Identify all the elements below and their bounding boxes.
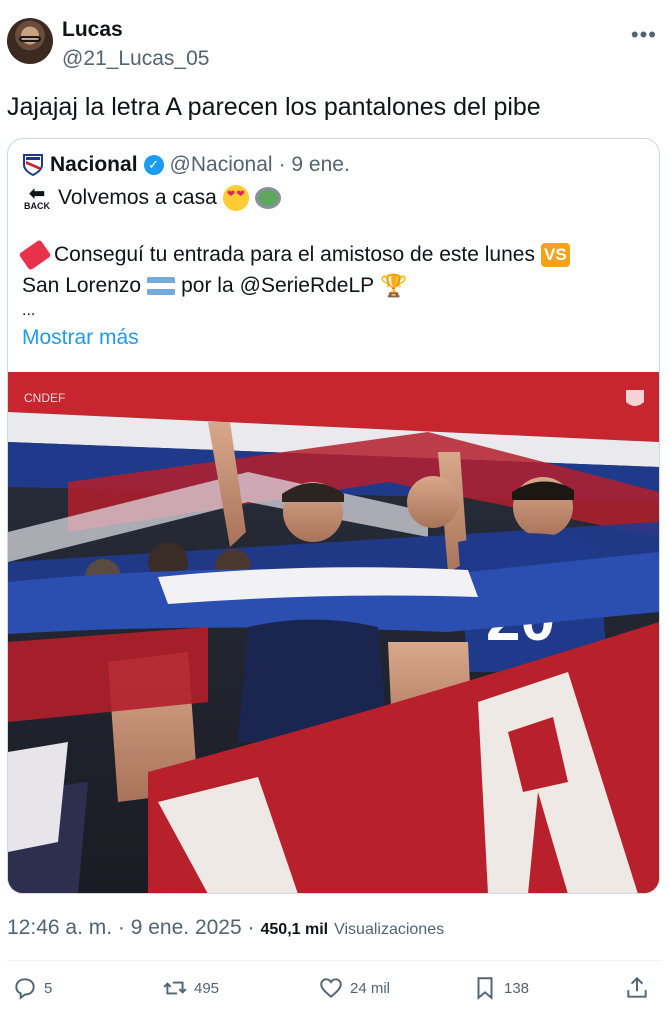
heart-eyes-icon xyxy=(222,185,249,211)
ticket-icon xyxy=(18,239,52,271)
quote-author-handle[interactable]: @Nacional xyxy=(170,153,273,177)
views-count: 450,1 mil xyxy=(260,921,329,938)
divider xyxy=(7,960,662,961)
retweet-button[interactable]: 495 xyxy=(162,975,219,1001)
bookmark-count: 138 xyxy=(504,979,530,997)
more-icon[interactable]: ••• xyxy=(631,22,657,48)
like-button[interactable]: 24 mil xyxy=(318,975,390,1001)
show-more-link[interactable]: Mostrar más xyxy=(22,326,139,350)
quote-line-3-by: por la xyxy=(181,274,234,297)
quote-photo[interactable]: 20 CNDEF xyxy=(8,372,659,894)
reply-icon xyxy=(15,978,35,1000)
trophy-icon: 🏆 xyxy=(380,273,408,298)
author-name[interactable]: Lucas xyxy=(62,18,123,42)
stadium-icon xyxy=(254,187,281,209)
bookmark-button[interactable]: 138 xyxy=(472,975,529,1001)
photo-watermark: CNDEF xyxy=(24,391,65,405)
tweet-timestamp[interactable]: 12:46 a. m. · 9 ene. 2025 · xyxy=(7,916,255,940)
like-icon xyxy=(320,978,342,998)
vs-badge: VS xyxy=(540,243,570,267)
bookmark-icon xyxy=(477,977,493,1000)
reply-count: 5 xyxy=(44,979,53,997)
quote-line-1-text: Volvemos a casa xyxy=(58,186,217,209)
reply-button[interactable]: 5 xyxy=(12,975,52,1001)
tweet-meta: 12:46 a. m. · 9 ene. 2025 · 450,1 mil Vi… xyxy=(7,916,444,940)
views-label: Visualizaciones xyxy=(334,921,445,938)
quote-line-2-text: Conseguí tu entrada para el amistoso de … xyxy=(54,243,535,266)
nacional-crest-icon xyxy=(23,154,43,177)
mention-link[interactable]: @SerieRdeLP xyxy=(240,274,375,298)
quote-ellipsis: ... xyxy=(22,302,36,319)
quote-date[interactable]: · 9 ene. xyxy=(279,153,350,177)
quote-line-3: San Lorenzo por la @SerieRdeLP 🏆 xyxy=(22,273,408,299)
back-icon: ⬅ BACK xyxy=(24,182,50,211)
share-icon xyxy=(627,976,647,998)
tweet-actions: 5 495 24 mil 138 xyxy=(12,975,657,1005)
like-count: 24 mil xyxy=(350,979,391,997)
argentina-flag-icon xyxy=(147,277,176,295)
avatar-glasses xyxy=(19,36,41,42)
verified-icon: ✓ xyxy=(143,155,164,175)
quote-header: Nacional ✓ @Nacional · 9 ene. xyxy=(22,153,350,177)
retweet-count: 495 xyxy=(194,979,220,997)
quote-line-3-team: San Lorenzo xyxy=(22,274,142,297)
tweet-text: Jajajaj la letra A parecen los pantalone… xyxy=(7,93,541,121)
share-button[interactable] xyxy=(624,975,650,1001)
retweet-icon xyxy=(163,981,187,995)
quote-line-2: Conseguí tu entrada para el amistoso de … xyxy=(18,239,570,271)
quoted-tweet[interactable]: Nacional ✓ @Nacional · 9 ene. ⬅ BACK Volv… xyxy=(7,138,660,894)
author-handle[interactable]: @21_Lucas_05 xyxy=(62,47,209,71)
quote-line-1: ⬅ BACK Volvemos a casa xyxy=(22,182,281,211)
quote-author-name[interactable]: Nacional xyxy=(50,153,138,177)
author-avatar[interactable] xyxy=(7,18,53,64)
